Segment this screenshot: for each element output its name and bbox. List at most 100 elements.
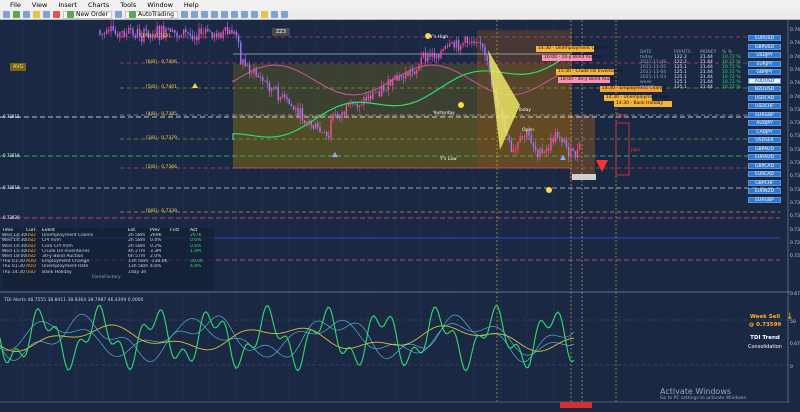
candle-body bbox=[572, 148, 574, 152]
pair-button-eurnzd[interactable]: EURNZD bbox=[748, 188, 781, 194]
pair-button-eurgbp[interactable]: EURGBP bbox=[748, 111, 781, 118]
pair-button-gbpjpy[interactable]: GBPJPY bbox=[748, 69, 781, 75]
candle-body bbox=[169, 28, 172, 32]
zoom-out-icon[interactable] bbox=[221, 11, 228, 18]
price-tick-label: 0.74000 bbox=[790, 94, 800, 100]
candle-body bbox=[178, 36, 180, 38]
candle-body bbox=[182, 29, 185, 36]
menu-item-help[interactable]: Help bbox=[184, 1, 199, 9]
periods-icon[interactable] bbox=[271, 11, 278, 18]
candle-body bbox=[440, 50, 442, 59]
candle-body bbox=[429, 53, 431, 57]
candle-body bbox=[119, 32, 121, 38]
candle-body bbox=[237, 35, 240, 43]
navigator-icon[interactable] bbox=[33, 11, 40, 18]
new-chart-icon[interactable] bbox=[13, 11, 20, 18]
symbol-tag: AVG bbox=[10, 63, 27, 71]
zoom-in-icon[interactable] bbox=[211, 11, 218, 18]
candle-body bbox=[262, 77, 264, 81]
pair-button-cadjpy[interactable]: CADJPY bbox=[748, 128, 781, 135]
candle-body bbox=[385, 90, 387, 92]
candle-body bbox=[449, 43, 451, 47]
candle-body bbox=[508, 135, 510, 141]
price-tick-label: 0.73200 bbox=[790, 200, 800, 206]
candle-body bbox=[114, 30, 117, 34]
candle-body bbox=[218, 32, 220, 38]
tile-icon[interactable] bbox=[231, 11, 238, 18]
indicators-icon[interactable] bbox=[261, 11, 268, 18]
menu-item-file[interactable]: File bbox=[10, 1, 21, 9]
candle-body bbox=[319, 127, 321, 133]
news-cell bbox=[190, 270, 210, 275]
pair-button-euraud[interactable]: EURAUD bbox=[748, 154, 781, 160]
candle-body bbox=[484, 47, 486, 56]
price-tick-label: 0.74485 bbox=[790, 28, 800, 33]
stats-cell: month bbox=[640, 85, 655, 90]
candle-body bbox=[323, 131, 326, 133]
candle-body bbox=[123, 31, 125, 37]
candle-body bbox=[231, 29, 233, 34]
candle-body bbox=[180, 35, 183, 38]
menu-item-insert[interactable]: Insert bbox=[58, 1, 77, 9]
tester-icon[interactable] bbox=[53, 11, 60, 18]
candle-body bbox=[537, 149, 539, 157]
profiles-icon[interactable] bbox=[23, 11, 30, 18]
pair-button-usdsek[interactable]: USDSEK bbox=[748, 137, 781, 143]
candle-body bbox=[330, 119, 332, 138]
candle-body bbox=[299, 108, 301, 118]
pair-button-eurgbp[interactable]: EURGBP bbox=[748, 196, 781, 203]
autotrading-button[interactable]: AutoTrading bbox=[125, 10, 178, 19]
pair-button-gbpchf[interactable]: GBPCHF bbox=[748, 179, 781, 186]
pair-button-eurcad[interactable]: EURCAD bbox=[748, 171, 781, 177]
candle-body bbox=[281, 94, 284, 97]
yesterday-low-label: Y's Low bbox=[440, 157, 457, 162]
candle-body bbox=[374, 92, 376, 94]
open-label: Open bbox=[522, 128, 535, 133]
autoscroll-icon[interactable] bbox=[241, 11, 248, 18]
candle-body bbox=[341, 111, 343, 119]
chart-shift-icon[interactable] bbox=[251, 11, 258, 18]
candle-body bbox=[548, 148, 550, 151]
up-arrow-icon bbox=[192, 83, 198, 88]
menu-item-view[interactable]: View bbox=[32, 1, 47, 9]
fib-level-label: [6/8] - 0.7406 bbox=[146, 60, 177, 65]
open-range-zone bbox=[570, 115, 595, 180]
open-icon[interactable] bbox=[3, 11, 10, 18]
price-chart[interactable]: AVG ZZ3 Y's High Y's Low Yesterday Today… bbox=[0, 20, 800, 412]
terminal-icon[interactable] bbox=[43, 11, 50, 18]
menu-item-charts[interactable]: Charts bbox=[88, 1, 109, 9]
price-tick-label: 0.73400 bbox=[790, 174, 800, 180]
price-tick-label: 0.74400 bbox=[790, 41, 800, 47]
menu-item-window[interactable]: Window bbox=[147, 1, 173, 9]
new-order-button[interactable]: New Order bbox=[63, 10, 113, 19]
candle-body bbox=[259, 77, 262, 79]
pair-button-eurjpy[interactable]: EURJPY bbox=[748, 60, 781, 67]
pair-button-nzdusd[interactable]: NZDUSD bbox=[748, 86, 781, 92]
bar-chart-icon[interactable] bbox=[181, 11, 188, 18]
pair-button-gbpusd[interactable]: GBPUSD bbox=[748, 43, 781, 50]
candle-chart-icon[interactable] bbox=[191, 11, 198, 18]
pair-button-usdchf[interactable]: USDCHF bbox=[748, 103, 781, 109]
pair-button-gbpcad[interactable]: GBPCAD bbox=[748, 162, 781, 169]
pair-button-eurusd[interactable]: EURUSD bbox=[748, 35, 781, 41]
candle-body bbox=[202, 33, 205, 35]
templates-icon[interactable] bbox=[281, 11, 288, 18]
candle-body bbox=[453, 42, 455, 48]
metaeditor-icon[interactable] bbox=[115, 11, 123, 18]
new-order-label: New Order bbox=[76, 11, 109, 18]
line-chart-icon[interactable] bbox=[201, 11, 208, 18]
candle-body bbox=[308, 120, 310, 122]
candle-body bbox=[563, 139, 565, 143]
candle-body bbox=[464, 36, 466, 44]
pair-button-audusd[interactable]: AUDUSD bbox=[748, 77, 781, 84]
current-time-marker bbox=[560, 402, 592, 408]
menu-item-tools[interactable]: Tools bbox=[120, 1, 136, 9]
fib-level-label: [1/8] - 0.7431 bbox=[140, 34, 171, 39]
news-cell bbox=[170, 270, 190, 275]
pair-button-usdjpy[interactable]: USDJPY bbox=[748, 52, 781, 58]
pair-button-usdcad[interactable]: USDCAD bbox=[748, 94, 781, 101]
pair-button-audjpy[interactable]: AUDJPY bbox=[748, 120, 781, 126]
candle-body bbox=[204, 28, 207, 34]
pair-button-gbpaud[interactable]: GBPAUD bbox=[748, 145, 781, 152]
news-cell: 1day 3h bbox=[128, 269, 147, 275]
